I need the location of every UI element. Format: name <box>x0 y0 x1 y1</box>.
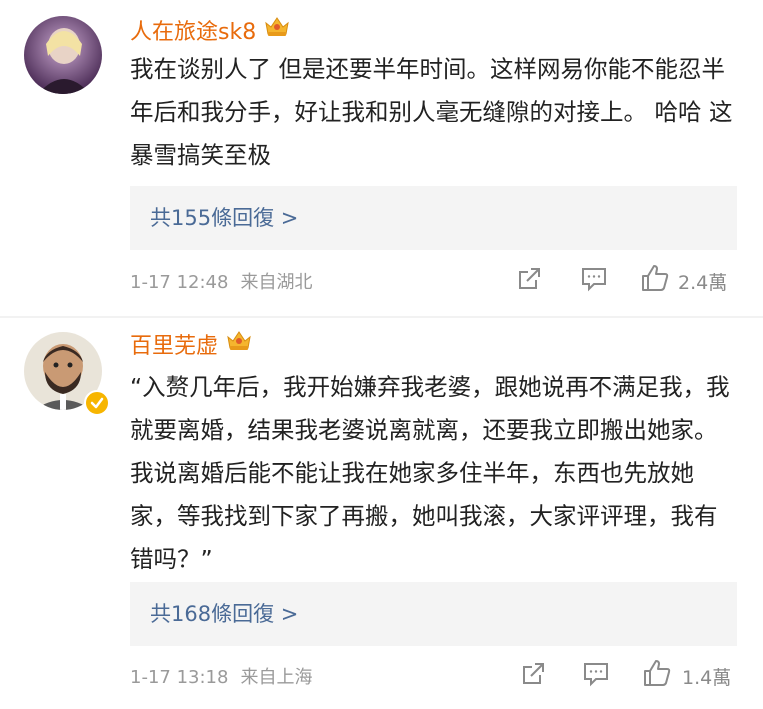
timestamp: 1-17 13:18 <box>130 667 229 688</box>
crown-icon <box>226 329 252 361</box>
crown-icon <box>264 15 290 47</box>
thumbs-up-icon[interactable] <box>640 263 670 297</box>
username[interactable]: 人在旅途sk8 <box>130 17 290 49</box>
comment-icon[interactable] <box>580 266 608 296</box>
view-replies-link[interactable]: 共168條回復 > <box>150 582 298 646</box>
avatar[interactable] <box>24 16 102 94</box>
like-count: 1.4萬 <box>682 667 732 689</box>
reply-box: 共168條回復 > <box>130 582 737 646</box>
comment-1: 人在旅途sk8 我在谈别人了 但是还要半年时间。这样网易你能不能忍半年后和我分手… <box>0 0 763 318</box>
location-source: 来自湖北 <box>240 272 313 293</box>
share-icon[interactable] <box>520 661 546 691</box>
location-source: 来自上海 <box>240 667 313 688</box>
comment-2: 百里芜虚 “入赘几年后，我开始嫌弃我老婆，跟她说再不满足我，我就要离婚，结果我老… <box>0 318 763 709</box>
verified-badge-icon <box>84 390 110 416</box>
username-text[interactable]: 百里芜虚 <box>130 334 218 359</box>
timestamp: 1-17 12:48 <box>130 272 229 293</box>
comment-meta: 1-17 12:48 来自湖北 <box>130 268 312 294</box>
username[interactable]: 百里芜虚 <box>130 331 252 363</box>
share-icon[interactable] <box>516 266 542 296</box>
comment-text: “入赘几年后，我开始嫌弃我老婆，跟她说再不满足我，我就要离婚，结果我老婆说离就离… <box>130 373 730 573</box>
username-text[interactable]: 人在旅途sk8 <box>130 20 256 45</box>
comment-meta: 1-17 13:18 来自上海 <box>130 663 312 689</box>
comment-text: 我在谈别人了 但是还要半年时间。这样网易你能不能忍半年后和我分手，好让我和别人毫… <box>130 55 733 169</box>
like-count: 2.4萬 <box>678 272 728 294</box>
comment-icon[interactable] <box>582 661 610 691</box>
view-replies-link[interactable]: 共155條回復 > <box>150 186 298 250</box>
thumbs-up-icon[interactable] <box>642 658 672 692</box>
reply-box: 共155條回復 > <box>130 186 737 250</box>
